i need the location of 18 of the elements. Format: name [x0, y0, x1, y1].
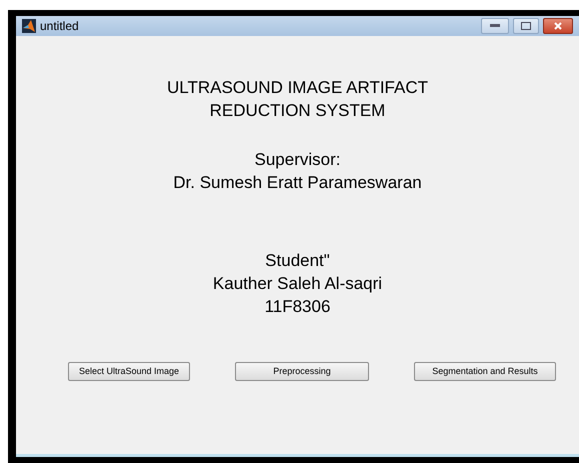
app-title: ULTRASOUND IMAGE ARTIFACT	[166, 77, 428, 99]
minimize-button[interactable]	[481, 18, 509, 34]
maximize-icon	[521, 22, 531, 30]
close-icon	[554, 22, 562, 30]
supervisor-text: Dr. Sumesh Eratt Parameswaran	[173, 172, 422, 194]
app-title: REDUCTION SYSTEM	[208, 100, 386, 122]
app-logo-icon	[22, 19, 36, 33]
student-text: 11F8306	[264, 296, 332, 318]
close-button[interactable]	[543, 18, 573, 34]
action-button[interactable]: Preprocessing	[235, 362, 369, 381]
student-text: Student"	[264, 250, 331, 272]
minimize-icon	[490, 24, 500, 28]
supervisor-text: Supervisor:	[254, 149, 342, 171]
window-title: untitled	[40, 18, 79, 35]
action-button[interactable]: Segmentation and Results	[414, 362, 556, 381]
maximize-button[interactable]	[513, 18, 539, 34]
action-button[interactable]: Select UltraSound Image	[68, 362, 190, 381]
student-text: Kauther Saleh Al-saqri	[212, 273, 382, 295]
